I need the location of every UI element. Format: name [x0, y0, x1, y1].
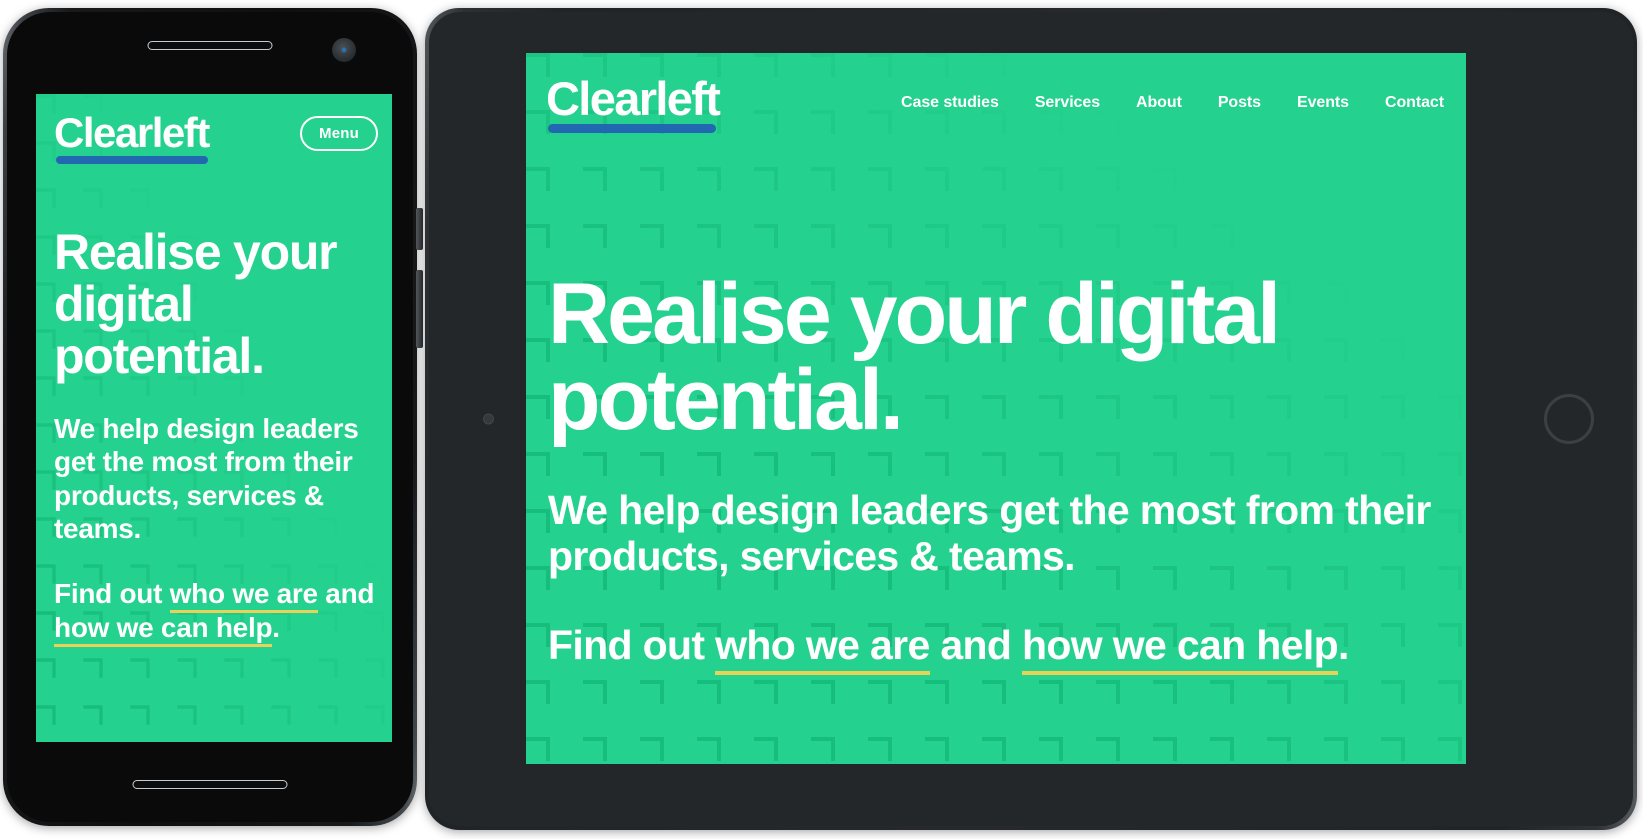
- nav-item-posts[interactable]: Posts: [1200, 94, 1279, 112]
- device-mockup-stage: Clearleft Menu Realise your digital pote…: [0, 0, 1643, 839]
- page-title: Realise your digital potential.: [548, 266, 1281, 448]
- primary-navigation: Case studies Services About Posts Events…: [883, 86, 1444, 112]
- find-out-middle: and: [317, 578, 375, 610]
- tablet-home-button[interactable]: [1544, 394, 1594, 444]
- logo-clearleft[interactable]: Clearleft: [54, 109, 210, 164]
- find-out-suffix: .: [272, 611, 280, 643]
- phone-hero: Realise your digital potential. We help …: [54, 224, 380, 647]
- phone-screen: Clearleft Menu Realise your digital pote…: [36, 94, 392, 742]
- logo-underline-stroke: [548, 124, 716, 133]
- phone-home-indicator[interactable]: [132, 780, 288, 789]
- link-how-we-can-help[interactable]: how we can help: [54, 611, 273, 647]
- hero-lede: We help design leaders get the most from…: [54, 413, 359, 544]
- page-title: Realise your digital potential.: [54, 224, 338, 384]
- phone-front-camera-icon: [332, 38, 356, 62]
- tablet-bezel: Clearleft Case studies Services About Po…: [429, 12, 1633, 826]
- phone-earpiece-speaker: [147, 41, 273, 50]
- hero-find-out: Find out who we are and how we can help.: [548, 621, 1440, 675]
- phone-volume-button[interactable]: [416, 208, 423, 250]
- phone-device: Clearleft Menu Realise your digital pote…: [3, 8, 423, 826]
- nav-item-contact[interactable]: Contact: [1367, 94, 1444, 112]
- find-out-prefix: Find out: [548, 621, 716, 668]
- hero-find-out: Find out who we are and how we can help.: [54, 577, 380, 647]
- phone-bezel: Clearleft Menu Realise your digital pote…: [7, 12, 413, 822]
- nav-item-services[interactable]: Services: [1017, 94, 1118, 112]
- logo-text: Clearleft: [546, 72, 721, 125]
- logo-text: Clearleft: [54, 109, 210, 156]
- tablet-site-content: Clearleft Case studies Services About Po…: [526, 53, 1466, 764]
- phone-power-button[interactable]: [416, 270, 423, 348]
- phone-site-header: Clearleft Menu: [54, 109, 378, 164]
- nav-item-events[interactable]: Events: [1279, 94, 1367, 112]
- tablet-front-camera-icon: [483, 413, 494, 425]
- find-out-middle: and: [929, 621, 1023, 668]
- find-out-prefix: Find out: [54, 578, 170, 610]
- tablet-site-header: Clearleft Case studies Services About Po…: [546, 72, 1444, 133]
- find-out-suffix: .: [1337, 621, 1349, 668]
- logo-clearleft[interactable]: Clearleft: [546, 72, 721, 133]
- link-who-we-are[interactable]: who we are: [715, 621, 930, 675]
- tablet-device: Clearleft Case studies Services About Po…: [425, 8, 1637, 830]
- tablet-hero: Realise your digital potential. We help …: [548, 266, 1440, 675]
- link-how-we-can-help[interactable]: how we can help: [1022, 621, 1339, 675]
- tablet-screen: Clearleft Case studies Services About Po…: [526, 53, 1466, 764]
- menu-button[interactable]: Menu: [300, 115, 378, 151]
- logo-underline-stroke: [56, 156, 208, 164]
- nav-item-case-studies[interactable]: Case studies: [883, 94, 1017, 112]
- link-who-we-are[interactable]: who we are: [169, 578, 318, 614]
- nav-item-about[interactable]: About: [1118, 94, 1200, 112]
- phone-site-content: Clearleft Menu Realise your digital pote…: [36, 94, 392, 742]
- hero-lede: We help design leaders get the most from…: [548, 487, 1431, 580]
